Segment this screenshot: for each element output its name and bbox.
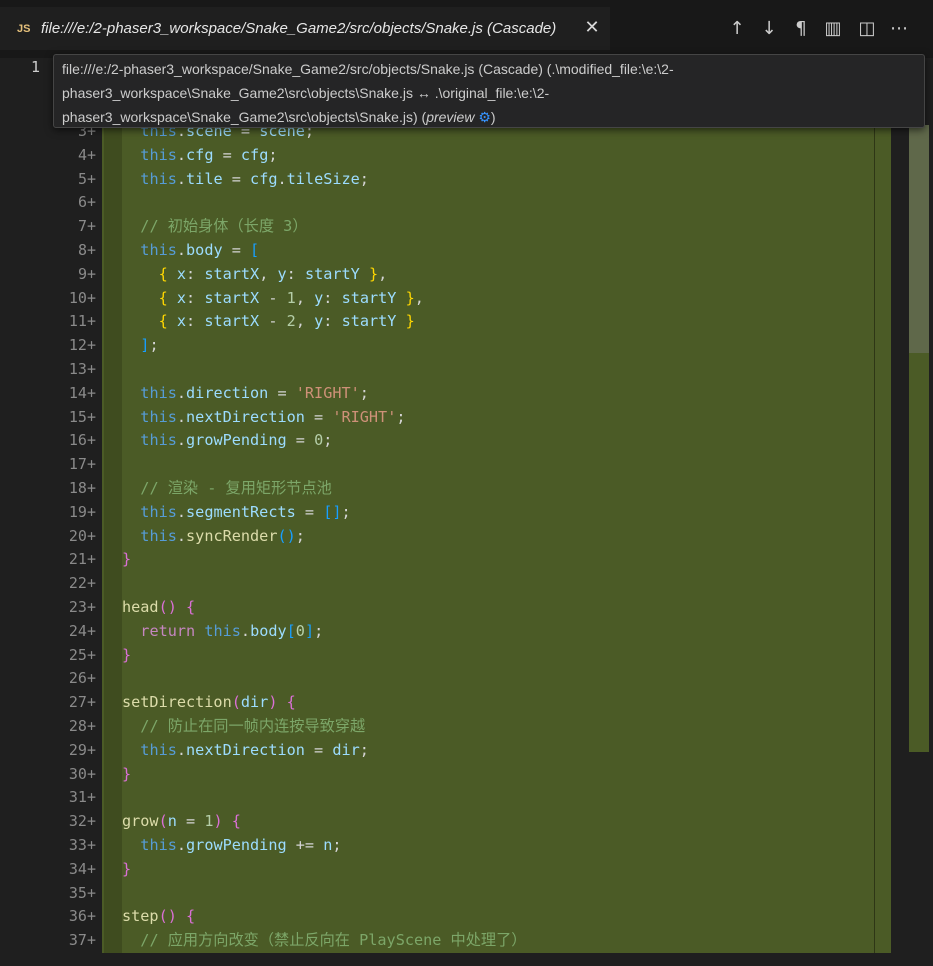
line-number: 21+ — [68, 550, 96, 569]
line-number: 19+ — [68, 502, 96, 521]
preview-label: preview — [426, 109, 475, 125]
line-number: 1 — [30, 58, 40, 76]
line-number: 26+ — [68, 669, 96, 688]
line-number: 20+ — [68, 526, 96, 545]
file-hover-tooltip: file:///e:/2-phaser3_workspace/Snake_Gam… — [53, 54, 925, 128]
code-line: this.syncRender(); — [140, 526, 305, 545]
line-number: 13+ — [68, 359, 96, 378]
pilcrow-icon[interactable]: ¶ — [788, 16, 814, 42]
code-line: this.growPending = 0; — [140, 431, 333, 450]
line-number: 24+ — [68, 621, 96, 640]
line-number-gutter: 3+ 4+ 5+ 6+ 7+ 8+ 9+ 10+ 11+ 12+ 13+ 14+ 15+ 16+ 17+ 18… — [0, 120, 100, 953]
code-line: this.growPending += n; — [140, 835, 342, 854]
line-number: 35+ — [68, 883, 96, 902]
diff-indent-strip — [104, 121, 122, 955]
code-line: ]; — [140, 336, 159, 355]
code-line: { x: startX - 2, y: startY } — [158, 312, 415, 331]
diff-overview-strip — [874, 121, 891, 955]
line-number: 34+ — [68, 859, 96, 878]
line-number: 8+ — [77, 240, 96, 259]
line-number: 6+ — [77, 193, 96, 212]
line-number: 4+ — [77, 145, 96, 164]
tooltip-line: phaser3_workspace\Snake_Game2\src\object… — [62, 85, 550, 101]
tooltip-line: phaser3_workspace\Snake_Game2\src\object… — [62, 105, 916, 129]
code-line: this.nextDirection = 'RIGHT'; — [140, 407, 406, 426]
map-icon[interactable]: ▥ — [820, 16, 846, 42]
line-number: 31+ — [68, 788, 96, 807]
line-number: 10+ — [68, 288, 96, 307]
line-number: 30+ — [68, 764, 96, 783]
line-number: 11+ — [68, 312, 96, 331]
code-line: step() { — [122, 907, 196, 926]
line-number: 25+ — [68, 645, 96, 664]
code-line: } — [122, 645, 132, 664]
code-editor[interactable]: 1 3+ 4+ 5+ 6+ 7+ 8+ 9+ 10+ 11+ 12+ 13+ 14+ 15+ 16+ 17+… — [0, 50, 933, 966]
line-number: 12+ — [68, 336, 96, 355]
line-number: 36+ — [68, 907, 96, 926]
line-number: 9+ — [77, 264, 96, 283]
scrollbar-thumb[interactable] — [909, 125, 929, 353]
tooltip-line: file:///e:/2-phaser3_workspace/Snake_Gam… — [62, 61, 674, 77]
line-number: 14+ — [68, 383, 96, 402]
code-line: this.body = [ — [140, 240, 260, 259]
code-line: this.direction = 'RIGHT'; — [140, 383, 369, 402]
code-line: this.nextDirection = dir; — [140, 740, 369, 759]
code-line: // 应用方向改变（禁止反向在 PlayScene 中处理了） — [140, 931, 527, 950]
code-line: return this.body[0]; — [140, 621, 324, 640]
editor-bottom-edge — [0, 953, 933, 966]
line-number: 15+ — [68, 407, 96, 426]
code-line: { x: startX - 1, y: startY }, — [158, 288, 424, 307]
gear-icon[interactable]: ⚙ — [478, 109, 491, 125]
line-number: 5+ — [77, 169, 96, 188]
line-number: 28+ — [68, 716, 96, 735]
code-line: grow(n = 1) { — [122, 812, 241, 831]
more-icon[interactable]: ⋯ — [886, 16, 912, 42]
code-line: setDirection(dir) { — [122, 693, 296, 712]
code-line: head() { — [122, 597, 196, 616]
editor-toolbar: ↑ ↓ ¶ ▥ ◫ ⋯ — [0, 16, 933, 42]
line-number: 16+ — [68, 431, 96, 450]
line-number: 22+ — [68, 574, 96, 593]
code-line: // 防止在同一帧内连按导致穿越 — [140, 716, 366, 735]
line-number: 33+ — [68, 835, 96, 854]
line-number: 37+ — [68, 931, 96, 950]
code-line: // 渲染 - 复用矩形节点池 — [140, 478, 332, 497]
line-number: 7+ — [77, 217, 96, 236]
code-line: } — [122, 550, 132, 569]
arrow-up-icon[interactable]: ↑ — [724, 16, 750, 42]
code-area[interactable]: this.scene = scene; this.cfg = cfg; this… — [122, 120, 872, 953]
line-number: 23+ — [68, 597, 96, 616]
arrow-down-icon[interactable]: ↓ — [756, 16, 782, 42]
code-line: this.cfg = cfg; — [140, 145, 278, 164]
line-number: 27+ — [68, 693, 96, 712]
tooltip-path: phaser3_workspace\Snake_Game2\src\object… — [62, 109, 427, 125]
split-editor-icon[interactable]: ◫ — [854, 16, 880, 42]
code-line: // 初始身体（长度 3） — [140, 217, 308, 236]
line-number: 32+ — [68, 812, 96, 831]
tooltip-suffix: ) — [490, 109, 496, 125]
code-line: } — [122, 764, 132, 783]
line-number: 17+ — [68, 455, 96, 474]
code-line: this.segmentRects = []; — [140, 502, 351, 521]
line-number: 29+ — [68, 740, 96, 759]
line-number: 18+ — [68, 478, 96, 497]
code-line: { x: startX, y: startY }, — [158, 264, 388, 283]
code-line: this.tile = cfg.tileSize; — [140, 169, 369, 188]
code-line: } — [122, 859, 132, 878]
